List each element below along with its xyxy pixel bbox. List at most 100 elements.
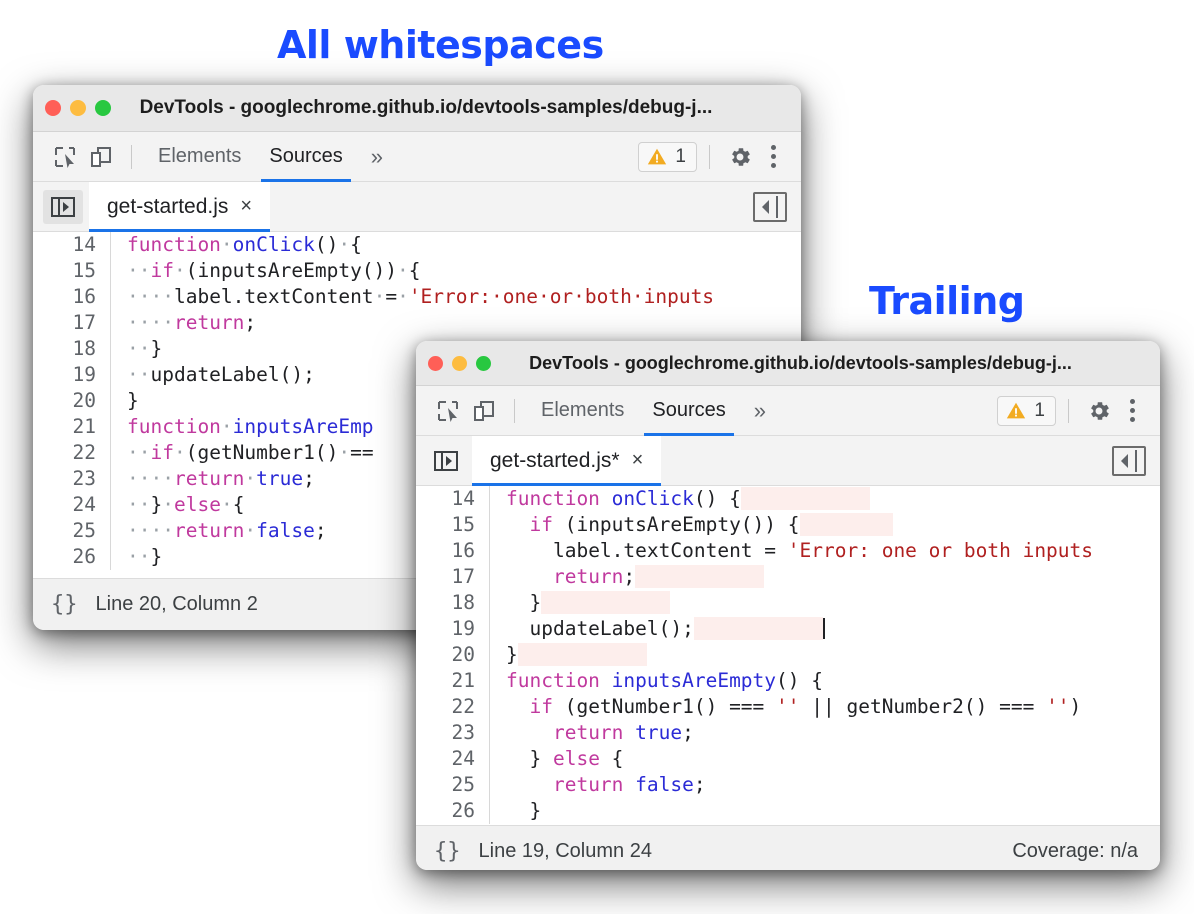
code-line-text: ····return·false; [111, 518, 327, 544]
collapse-sidebar-icon[interactable] [753, 192, 787, 222]
line-number: 14 [416, 486, 490, 512]
code-line[interactable]: 20} [416, 642, 1160, 668]
code-token: inputsAreEmp [233, 415, 374, 438]
kebab-menu-icon[interactable] [758, 145, 789, 168]
gear-icon[interactable] [722, 140, 758, 174]
tab-sources[interactable]: Sources [255, 132, 356, 182]
more-tabs-icon[interactable]: » [357, 144, 397, 170]
code-token: ; [623, 565, 635, 588]
code-line[interactable]: 25 return false; [416, 772, 1160, 798]
maximize-window-button[interactable] [476, 356, 491, 371]
file-tab-get-started[interactable]: get-started.js × [89, 182, 270, 232]
code-token [506, 539, 553, 562]
toolbar-divider [514, 399, 515, 423]
code-token: } [150, 545, 162, 568]
code-line[interactable]: 15··if·(inputsAreEmpty())·{ [33, 258, 801, 284]
coverage-status: Coverage: n/a [1012, 840, 1138, 863]
line-number: 17 [33, 310, 111, 336]
close-window-button[interactable] [45, 100, 61, 116]
tab-elements[interactable]: Elements [527, 386, 638, 436]
code-line-text: ··if·(inputsAreEmpty())·{ [111, 258, 421, 284]
file-tab-get-started[interactable]: get-started.js* × [472, 436, 661, 486]
warning-badge[interactable]: 1 [638, 142, 697, 172]
line-number: 17 [416, 564, 490, 590]
code-line[interactable]: 18 } [416, 590, 1160, 616]
code-line[interactable]: 23 return true; [416, 720, 1160, 746]
more-tabs-icon[interactable]: » [740, 398, 780, 424]
code-line[interactable]: 16····label.textContent·=·'Error:·one·or… [33, 284, 801, 310]
code-token: ·· [127, 493, 150, 516]
code-line[interactable]: 24 } else { [416, 746, 1160, 772]
code-line[interactable]: 14function onClick() { [416, 486, 1160, 512]
code-line[interactable]: 15 if (inputsAreEmpty()) { [416, 512, 1160, 538]
code-line[interactable]: 26 } [416, 798, 1160, 824]
code-line[interactable]: 19 updateLabel(); [416, 616, 1160, 642]
close-icon[interactable]: × [240, 195, 252, 218]
code-token [623, 721, 635, 744]
maximize-window-button[interactable] [95, 100, 111, 116]
format-icon[interactable]: {} [434, 839, 461, 864]
code-line-text: } [111, 388, 139, 414]
code-line-text: ····label.textContent·=·'Error:·one·or·b… [111, 284, 714, 310]
device-toolbar-icon[interactable] [466, 394, 502, 428]
code-token: return [174, 311, 244, 334]
code-line-text: } [490, 798, 541, 824]
collapse-sidebar-icon[interactable] [1112, 446, 1146, 476]
minimize-window-button[interactable] [452, 356, 467, 371]
tab-elements[interactable]: Elements [144, 132, 255, 182]
code-token: } [127, 389, 139, 412]
line-number: 18 [416, 590, 490, 616]
window-titlebar: DevTools - googlechrome.github.io/devtoo… [416, 341, 1160, 386]
close-window-button[interactable] [428, 356, 443, 371]
inspect-element-icon[interactable] [47, 140, 83, 174]
line-number: 23 [33, 466, 111, 492]
code-token: ·· [127, 363, 150, 386]
show-navigator-icon[interactable] [426, 444, 466, 478]
line-number: 15 [416, 512, 490, 538]
code-editor-trailing[interactable]: 14function onClick() { 15 if (inputsAreE… [416, 486, 1160, 825]
warning-badge[interactable]: 1 [997, 396, 1056, 426]
code-line[interactable]: 21function inputsAreEmpty() { [416, 668, 1160, 694]
annotation-all-whitespaces: All whitespaces [277, 23, 604, 67]
code-token: () { [694, 487, 741, 510]
show-navigator-icon[interactable] [43, 190, 83, 224]
line-number: 19 [416, 616, 490, 642]
code-token: ; [303, 467, 315, 490]
code-token: return [553, 773, 623, 796]
screenshot-stage: All whitespaces Trailing DevTools - goog… [0, 0, 1194, 914]
warning-count: 1 [675, 146, 686, 168]
editor-statusbar: {} Line 19, Column 24 Coverage: n/a [416, 825, 1160, 870]
code-token: return [553, 721, 623, 744]
code-token: else [553, 747, 600, 770]
code-line[interactable]: 22 if (getNumber1() === '' || getNumber2… [416, 694, 1160, 720]
trailing-whitespace [541, 591, 670, 614]
code-token: · [338, 233, 350, 256]
kebab-menu-icon[interactable] [1117, 399, 1148, 422]
code-line[interactable]: 17····return; [33, 310, 801, 336]
code-token: () { [776, 669, 823, 692]
format-icon[interactable]: {} [51, 592, 78, 617]
code-line[interactable]: 17 return; [416, 564, 1160, 590]
code-token: function [506, 487, 600, 510]
code-line[interactable]: 14function·onClick()·{ [33, 232, 801, 258]
device-toolbar-icon[interactable] [83, 140, 119, 174]
line-number: 16 [33, 284, 111, 310]
cursor-position: Line 19, Column 24 [479, 840, 652, 863]
code-token: = [385, 285, 397, 308]
file-tab-label: get-started.js* [490, 449, 620, 473]
line-number: 16 [416, 538, 490, 564]
close-icon[interactable]: × [632, 449, 644, 472]
code-token: ; [682, 721, 694, 744]
tab-sources[interactable]: Sources [638, 386, 739, 436]
code-token: false [256, 519, 315, 542]
code-token: label.textContent = [553, 539, 788, 562]
gear-icon[interactable] [1081, 394, 1117, 428]
code-line[interactable]: 16 label.textContent = 'Error: one or bo… [416, 538, 1160, 564]
code-token [506, 721, 553, 744]
code-token [600, 669, 612, 692]
code-token: (getNumber1() === [553, 695, 776, 718]
code-token: · [221, 233, 233, 256]
minimize-window-button[interactable] [70, 100, 86, 116]
code-token: · [221, 493, 233, 516]
inspect-element-icon[interactable] [430, 394, 466, 428]
